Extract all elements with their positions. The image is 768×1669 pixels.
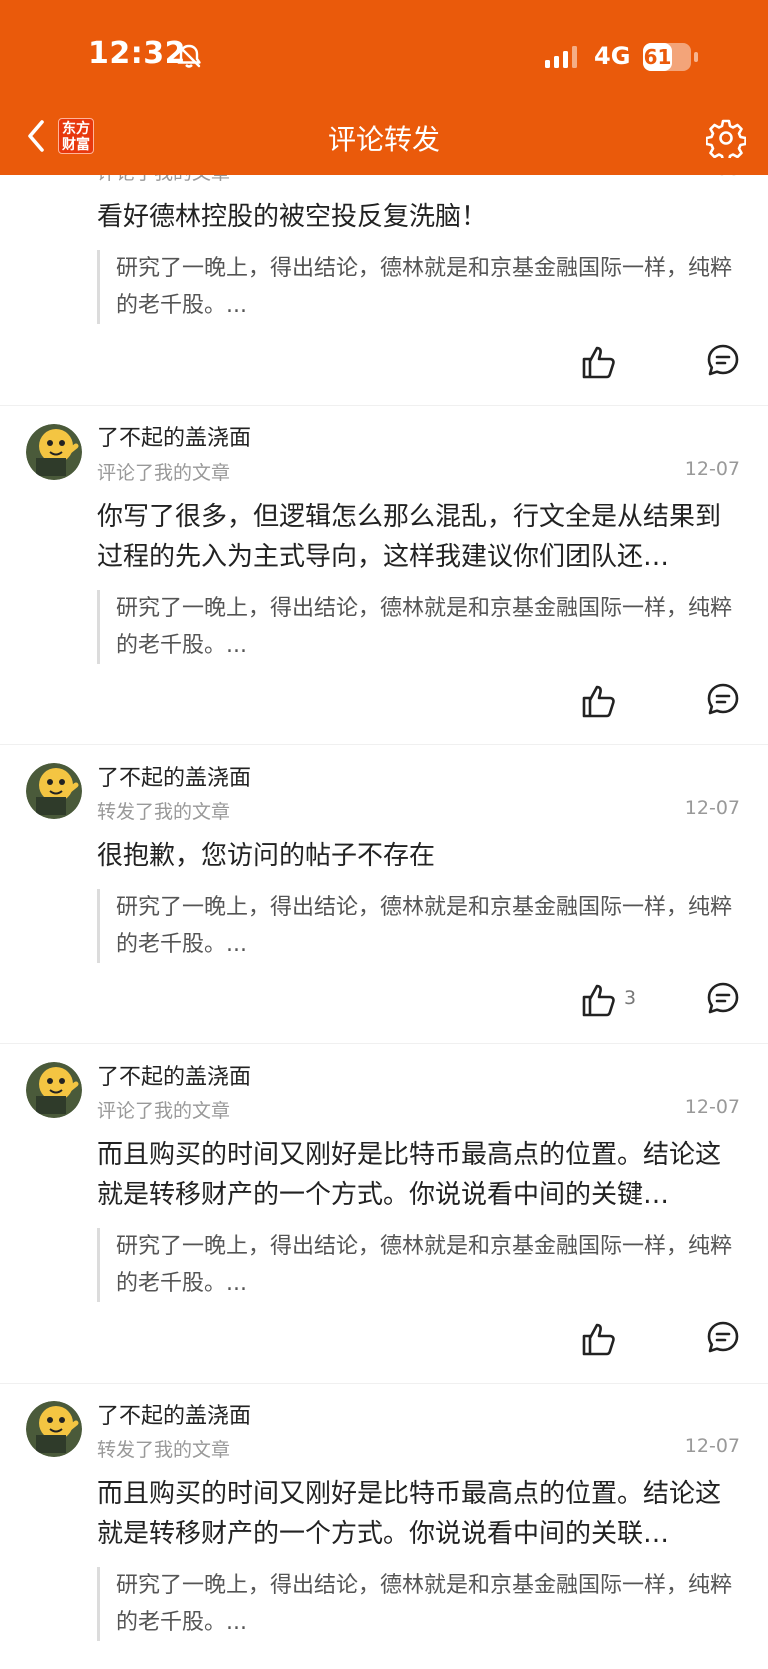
thumbs-up-icon[interactable]: [578, 681, 618, 721]
avatar[interactable]: [26, 1062, 82, 1118]
comment-text[interactable]: 看好德林控股的被空投反复洗脑！: [97, 197, 741, 237]
avatar[interactable]: [26, 763, 82, 819]
divider: [0, 1043, 768, 1044]
quoted-article[interactable]: 研究了一晚上，得出结论，德林就是和京基金融国际一样，纯粹的老千股。...: [97, 1228, 736, 1302]
comment-bubble-icon[interactable]: [705, 1319, 741, 1355]
date-label: 12-07: [684, 458, 740, 480]
date-label: 12-07: [684, 1096, 740, 1118]
username[interactable]: 了不起的盖浇面: [97, 760, 251, 792]
comment-text[interactable]: 而且购买的时间又刚好是比特币最高点的位置。结论这就是转移财产的一个方式。你说说看…: [97, 1474, 741, 1554]
date-label: 12-07: [684, 797, 740, 819]
action-text: 评论了我的文章: [97, 462, 231, 484]
divider: [0, 405, 768, 406]
battery-tip: [694, 52, 698, 62]
divider: [0, 1383, 768, 1384]
divider: [0, 744, 768, 745]
quoted-article[interactable]: 研究了一晚上，得出结论，德林就是和京基金融国际一样，纯粹的老千股。...: [97, 250, 736, 324]
bell-muted-icon: [177, 44, 201, 68]
comment-text[interactable]: 而且购买的时间又刚好是比特币最高点的位置。结论这就是转移财产的一个方式。你说说看…: [97, 1135, 741, 1215]
comment-bubble-icon[interactable]: [705, 681, 741, 717]
comment-text[interactable]: 你写了很多，但逻辑怎么那么混乱，行文全是从结果到过程的先入为主式导向，这样我建议…: [97, 497, 741, 577]
username[interactable]: 了不起的盖浇面: [97, 1059, 251, 1091]
comment-text[interactable]: 很抱歉，您访问的帖子不存在: [97, 836, 741, 876]
quoted-article[interactable]: 研究了一晚上，得出结论，德林就是和京基金融国际一样，纯粹的老千股。...: [97, 590, 736, 664]
quoted-article[interactable]: 研究了一晚上，得出结论，德林就是和京基金融国际一样，纯粹的老千股。...: [97, 1567, 736, 1641]
page-title: 评论转发: [327, 123, 440, 156]
thumbs-up-icon[interactable]: [578, 980, 618, 1020]
avatar[interactable]: [26, 1401, 82, 1457]
app-header: 12:32 4G 61 东方 财富 评论转发: [0, 0, 768, 175]
battery-level: 61: [643, 43, 672, 71]
date-label: 12-07: [684, 1435, 740, 1457]
status-time: 12:32: [88, 36, 186, 71]
comment-bubble-icon[interactable]: [705, 980, 741, 1016]
battery-icon: 61: [643, 43, 691, 71]
like-count: 3: [624, 987, 637, 1009]
quoted-article[interactable]: 研究了一晚上，得出结论，德林就是和京基金融国际一样，纯粹的老千股。...: [97, 889, 736, 963]
action-text: 转发了我的文章: [97, 801, 231, 823]
username[interactable]: 了不起的盖浇面: [97, 1398, 251, 1430]
signal-icon: [545, 46, 577, 68]
network-label: 4G: [594, 42, 631, 70]
action-text: 评论了我的文章: [97, 1100, 231, 1122]
avatar[interactable]: [26, 424, 82, 480]
action-text: 转发了我的文章: [97, 1439, 231, 1461]
username[interactable]: 了不起的盖浇面: [97, 420, 251, 452]
gear-icon[interactable]: [706, 118, 746, 158]
comment-bubble-icon[interactable]: [705, 342, 741, 378]
feed-list: 评论了我的文章 12-08 看好德林控股的被空投反复洗脑！ 研究了一晚上，得出结…: [0, 0, 768, 1669]
thumbs-up-icon[interactable]: [578, 342, 618, 382]
thumbs-up-icon[interactable]: [578, 1319, 618, 1359]
